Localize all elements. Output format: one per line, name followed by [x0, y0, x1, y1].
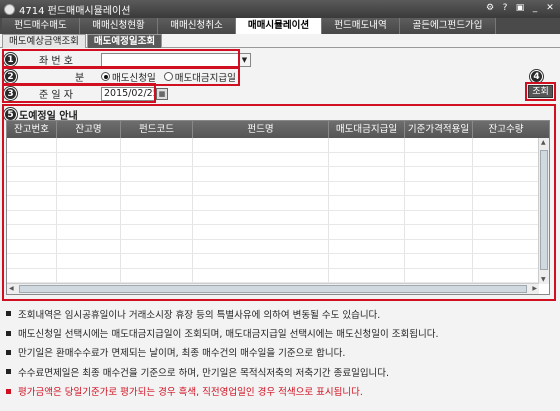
tab-trade-simulation[interactable]: 매매시뮬레이션: [236, 18, 322, 34]
notes-list: 조회내역은 임시공휴일이나 거래소시장 휴장 등의 특별사유에 의하여 변동될 …: [6, 304, 552, 401]
window-title: 4714 펀드매매시뮬레이션: [19, 5, 131, 17]
sub-tab-bar: 매도예상금액조회 매도예정일조회: [0, 34, 560, 48]
help-icon[interactable]: ?: [499, 2, 511, 15]
calendar-icon[interactable]: ▦: [156, 87, 168, 100]
note-item: 수수료면제일은 최종 매수건을 기준으로 하며, 만기일은 목적식저축의 저축기…: [6, 362, 552, 381]
window-titlebar: 4714 펀드매매시뮬레이션 ⚙ ? ▣ _ ✕: [0, 0, 560, 18]
subtab-expected-amount[interactable]: 매도예상금액조회: [2, 34, 86, 48]
content-area: 1 좌 번 호 ▼ 2 분 매도신청일 매도대금지급일 3 준 일 자 2015…: [0, 48, 560, 411]
highlight-box-4: [525, 82, 556, 101]
note-item: 조회내역은 임시공휴일이나 거래소시장 휴장 등의 특별사유에 의하여 변동될 …: [6, 304, 552, 323]
highlight-box-5: [2, 104, 556, 301]
app-icon: [4, 3, 15, 15]
bullet-square-icon: [6, 388, 11, 394]
note-item-red: 평가금액은 당일기준가로 평가되는 경우 흑색, 직전영업일인 경우 적색으로 …: [6, 382, 552, 401]
bullet-square-icon: [6, 369, 11, 375]
note-item: 매도신청일 선택시에는 매도대금지급일이 조회되며, 매도대금지급일 선택시에는…: [6, 323, 552, 342]
highlight-box-3: [2, 83, 156, 103]
tab-order-cancel[interactable]: 매매신청취소: [158, 18, 236, 34]
close-icon[interactable]: ✕: [544, 2, 556, 15]
bullet-square-icon: [6, 349, 11, 355]
window-controls: ⚙ ? ▣ _ ✕: [484, 2, 556, 15]
tab-fund-buy-sell[interactable]: 펀드매수매도: [2, 18, 80, 34]
main-tab-bar: 펀드매수매도 매매신청현황 매매신청취소 매매시뮬레이션 펀드매도내역 골든에그…: [0, 18, 560, 34]
tab-golden-egg-fund[interactable]: 골든에그펀드가입: [400, 18, 496, 34]
bullet-square-icon: [6, 330, 11, 336]
settings-icon[interactable]: ⚙: [484, 2, 496, 15]
minimize-icon[interactable]: _: [529, 2, 541, 15]
maximize-icon[interactable]: ▣: [514, 2, 526, 15]
subtab-expected-date[interactable]: 매도예정일조회: [86, 34, 163, 48]
note-item: 만기일은 환매수수료가 면제되는 날이며, 최종 매수건의 매수일을 기준으로 …: [6, 343, 552, 362]
tab-fund-sell-history[interactable]: 펀드매도내역: [322, 18, 400, 34]
bullet-square-icon: [6, 311, 11, 317]
tab-order-status[interactable]: 매매신청현황: [80, 18, 158, 34]
